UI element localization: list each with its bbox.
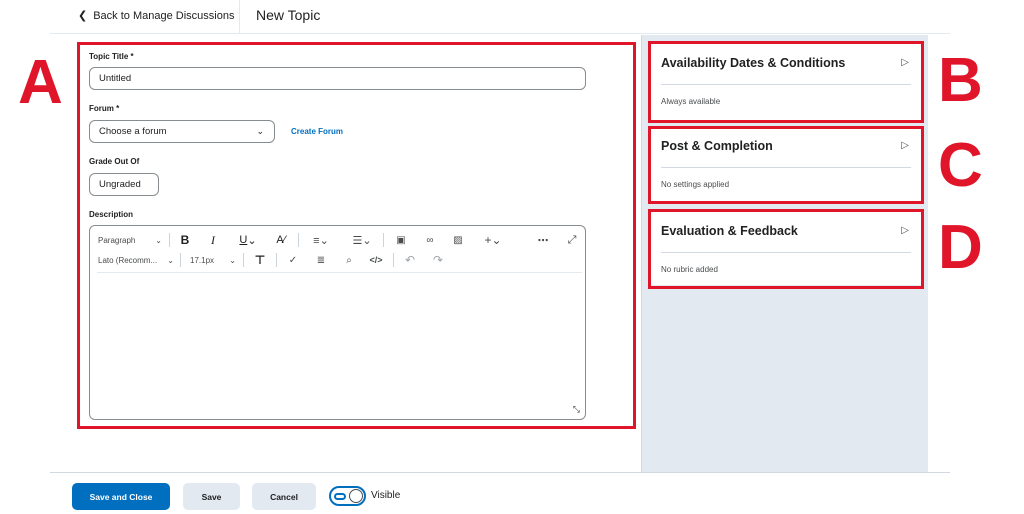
annotation-box-c xyxy=(648,126,924,204)
panel-divider xyxy=(641,35,642,472)
save-button[interactable]: Save xyxy=(183,483,240,510)
annotation-box-d xyxy=(648,209,924,289)
back-link[interactable]: ❮ Back to Manage Discussions xyxy=(78,9,235,23)
annotation-letter-a: A xyxy=(18,48,63,117)
visibility-toggle[interactable] xyxy=(329,486,366,506)
annotation-letter-d: D xyxy=(938,213,983,282)
eye-icon xyxy=(334,493,346,500)
back-link-label: Back to Manage Discussions xyxy=(93,9,235,22)
save-and-close-button[interactable]: Save and Close xyxy=(72,483,170,510)
annotation-letter-b: B xyxy=(938,46,983,115)
visible-label: Visible xyxy=(371,490,401,501)
annotation-letter-c: C xyxy=(938,131,983,200)
annotation-box-a xyxy=(77,42,636,429)
cancel-button[interactable]: Cancel xyxy=(252,483,316,510)
chevron-left-icon: ❮ xyxy=(78,10,88,22)
footer-divider xyxy=(50,472,950,473)
page-title: New Topic xyxy=(256,7,321,23)
annotation-box-b xyxy=(648,41,924,123)
top-bar: ❮ Back to Manage Discussions New Topic xyxy=(50,0,950,34)
toggle-knob xyxy=(349,489,363,503)
header-divider xyxy=(239,0,240,34)
